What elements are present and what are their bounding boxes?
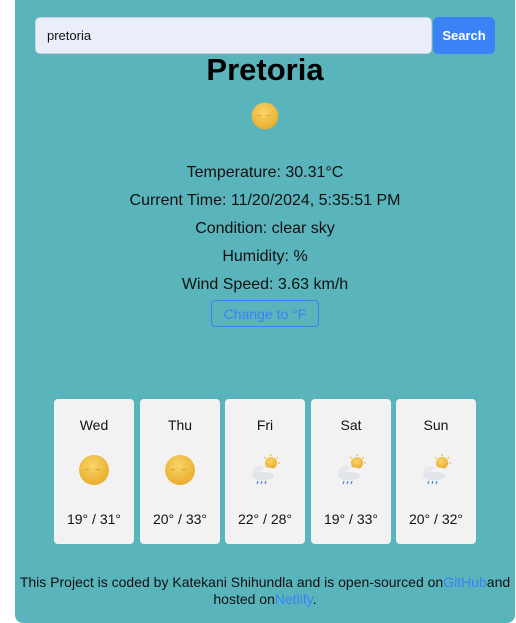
sun-icon — [162, 452, 198, 488]
weather-app: Search Pretoria Temperature: 30.31°C Cur… — [15, 0, 515, 623]
forecast-temps: 19° / 31° — [66, 511, 121, 527]
search-button[interactable]: Search — [433, 17, 495, 54]
condition-text: Condition: clear sky — [195, 220, 335, 237]
forecast-temps: 20° / 32° — [408, 511, 463, 527]
search-input[interactable] — [35, 17, 432, 54]
forecast-day: Sat — [340, 417, 362, 433]
netlify-link[interactable]: Netlify — [275, 591, 313, 607]
forecast-card-sat: Sat 19° / 33° — [311, 399, 391, 544]
footer-text: This Project is coded by Katekani Shihun… — [19, 574, 444, 590]
github-link[interactable]: GitHub — [443, 574, 487, 590]
current-time-text: Current Time: 11/20/2024, 5:35:51 PM — [129, 192, 401, 209]
forecast-temps: 22° / 28° — [237, 511, 292, 527]
footer: This Project is coded by Katekani Shihun… — [15, 574, 515, 608]
forecast-day: Sun — [423, 417, 449, 433]
forecast-day: Wed — [79, 417, 109, 433]
unit-toggle-button[interactable]: Change to °F — [211, 300, 319, 327]
forecast-card-thu: Thu 20° / 33° — [140, 399, 220, 544]
sun-icon — [249, 100, 281, 132]
footer-text: . — [312, 591, 317, 607]
humidity-text: Humidity: % — [222, 248, 308, 265]
wind-speed-text: Wind Speed: 3.63 km/h — [181, 276, 349, 293]
forecast-card-wed: Wed 19° / 31° — [54, 399, 134, 544]
temperature-text: Temperature: 30.31°C — [186, 164, 344, 181]
forecast-list: Wed 19° / 31° Thu 20° / 33° Fri 22° / 28… — [54, 399, 478, 544]
forecast-day: Fri — [256, 417, 274, 433]
forecast-card-sun: Sun 20° / 32° — [396, 399, 476, 544]
forecast-card-fri: Fri 22° / 28° — [225, 399, 305, 544]
city-title: Pretoria — [206, 52, 324, 87]
search-bar: Search — [35, 17, 495, 54]
sun-icon — [76, 452, 112, 488]
forecast-temps: 19° / 33° — [323, 511, 378, 527]
forecast-temps: 20° / 33° — [152, 511, 207, 527]
sun-cloud-rain-icon — [418, 452, 454, 488]
sun-cloud-rain-icon — [333, 452, 369, 488]
forecast-day: Thu — [167, 417, 193, 433]
sun-cloud-rain-icon — [247, 452, 283, 488]
